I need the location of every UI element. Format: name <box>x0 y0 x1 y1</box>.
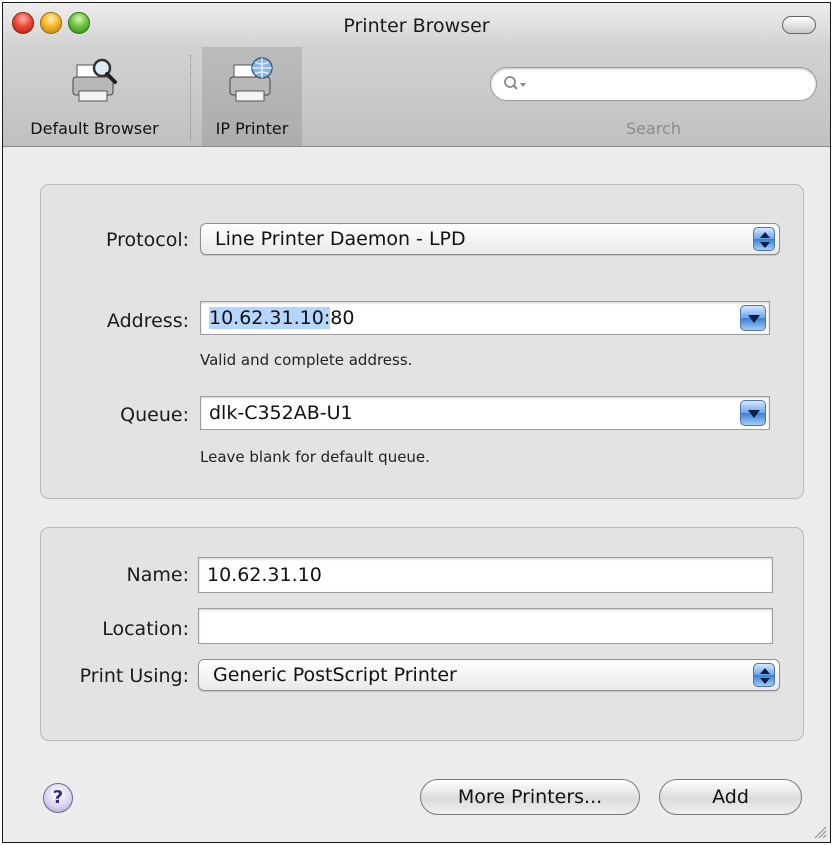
print-using-stepper-icon <box>753 663 775 687</box>
queue-label: Queue: <box>120 404 189 426</box>
address-selected-text: 10.62.31.10: <box>209 307 331 329</box>
window-title: Printer Browser <box>343 15 490 37</box>
printer-magnifier-icon <box>72 58 117 102</box>
location-input[interactable] <box>198 608 773 644</box>
protocol-value: Line Printer Daemon - LPD <box>215 228 466 250</box>
toolbar-separator <box>190 55 191 141</box>
search-input[interactable] <box>490 67 817 101</box>
address-dropdown-button[interactable] <box>740 305 766 331</box>
toolbar-default-browser[interactable]: Default Browser <box>3 47 186 146</box>
help-button[interactable]: ? <box>43 783 73 813</box>
protocol-label: Protocol: <box>106 229 189 251</box>
connection-settings-group: Protocol: Line Printer Daemon - LPD Addr… <box>40 184 804 499</box>
print-using-value: Generic PostScript Printer <box>213 664 457 686</box>
address-label: Address: <box>106 310 189 332</box>
toolbar-default-browser-label: Default Browser <box>30 119 159 138</box>
queue-input[interactable]: dlk-C352AB-U1 <box>200 396 770 430</box>
chevron-down-icon <box>748 315 760 323</box>
queue-dropdown-button[interactable] <box>740 400 766 426</box>
name-value: 10.62.31.10 <box>207 564 322 586</box>
more-printers-button[interactable]: More Printers... <box>420 779 640 815</box>
toolbar-toggle-button[interactable] <box>782 16 816 34</box>
address-input[interactable]: 10.62.31.10:80 <box>200 301 770 335</box>
title-bar: Printer Browser <box>3 3 830 47</box>
resize-grip-icon[interactable] <box>811 823 827 839</box>
toolbar-ip-printer[interactable]: IP Printer <box>202 47 302 146</box>
printer-browser-window: Printer Browser Default Browser IP Print… <box>2 2 831 843</box>
add-button[interactable]: Add <box>659 779 802 815</box>
location-label: Location: <box>102 618 189 640</box>
chevron-down-icon <box>748 410 760 418</box>
address-value: 10.62.31.10:80 <box>209 307 354 329</box>
queue-hint: Leave blank for default queue. <box>200 448 430 466</box>
search-icon <box>504 76 526 90</box>
queue-value: dlk-C352AB-U1 <box>209 402 353 424</box>
name-label: Name: <box>126 564 189 586</box>
protocol-stepper-icon <box>753 227 775 251</box>
print-using-label: Print Using: <box>79 665 189 687</box>
printer-globe-icon <box>229 57 273 102</box>
toolbar: Default Browser IP Printer Search <box>3 47 830 147</box>
printer-details-group: Name: 10.62.31.10 Location: Print Using:… <box>40 527 804 741</box>
address-rest-text: 80 <box>330 307 355 329</box>
toolbar-ip-printer-label: IP Printer <box>215 119 289 138</box>
protocol-popup[interactable]: Line Printer Daemon - LPD <box>200 223 780 255</box>
search-label: Search <box>626 119 681 138</box>
name-input[interactable]: 10.62.31.10 <box>198 557 773 593</box>
address-hint: Valid and complete address. <box>200 351 413 369</box>
print-using-popup[interactable]: Generic PostScript Printer <box>198 659 780 691</box>
